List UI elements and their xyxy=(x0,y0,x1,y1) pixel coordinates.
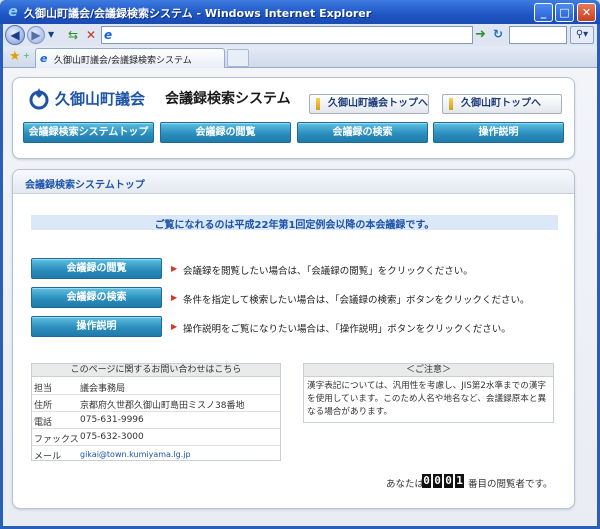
counter-prefix: あなたは xyxy=(386,479,425,490)
nav-browse[interactable]: 会議録の閲覧 xyxy=(160,122,291,143)
visitor-counter: 0 0 0 1 xyxy=(422,474,464,488)
back-button[interactable]: ◀ xyxy=(5,25,25,45)
notice-text: ご覧になれるのは平成22年第1回定例会以降の本会議録です。 xyxy=(154,220,435,231)
compat-view-icon[interactable]: ⇆ xyxy=(65,27,81,43)
address-bar-row: ◀ ▶ ▼ ⇆ ✕ e ▼ ➜ ↻ ⚲▾ xyxy=(3,24,597,46)
window-title: 久御山町議会/会議録検索システム - Windows Internet Expl… xyxy=(24,7,372,20)
notice-banner: ご覧になれるのは平成22年第1回定例会以降の本会議録です。 xyxy=(31,215,558,231)
counter-digit: 0 xyxy=(444,474,453,488)
bar-icon xyxy=(316,98,320,110)
help-button[interactable]: 操作説明 xyxy=(31,316,162,337)
favorites-star-icon[interactable]: ★ xyxy=(9,49,21,64)
history-dropdown-icon[interactable]: ▼ xyxy=(48,30,54,39)
tab-row: ★ + e 久御山町議会/会議録検索システム xyxy=(3,46,597,68)
ie-logo-icon: e xyxy=(8,4,18,20)
address-input[interactable]: e ▼ xyxy=(101,26,571,44)
contact-value: 京都府久世郡久御山町島田ミスノ38番地 xyxy=(80,401,245,411)
contact-key: 担当 xyxy=(34,384,53,394)
nav-system-top[interactable]: 会議録検索システムトップ xyxy=(23,122,154,143)
caution-text: 漢字表記については、汎用性を考慮し、JIS第2水準までの漢字を使用しています。こ… xyxy=(307,381,547,417)
close-button[interactable]: ✕ xyxy=(577,3,596,22)
header-panel: 久御山町議会 会議録検索システム 久御山町議会トップへ 久御山町トップへ 会議録… xyxy=(12,77,575,159)
search-records-button[interactable]: 会議録の検索 xyxy=(31,287,162,308)
tab-page-icon: e xyxy=(40,52,48,65)
forward-button[interactable]: ▶ xyxy=(27,26,45,44)
table-row: 担当 議会事務局 xyxy=(32,378,280,395)
main-heading-bar: 会議録検索システムトップ xyxy=(13,170,574,194)
contact-value: 議会事務局 xyxy=(80,384,126,394)
contact-key: メール xyxy=(34,452,62,462)
new-tab-button[interactable] xyxy=(227,49,249,67)
refresh-icon[interactable]: ↻ xyxy=(493,27,507,43)
bar-icon xyxy=(449,98,453,110)
contact-key: 電話 xyxy=(34,418,53,428)
town-emblem-icon xyxy=(29,88,49,110)
main-panel: 会議録検索システムトップ ご覧になれるのは平成22年第1回定例会以降の本会議録で… xyxy=(12,169,575,509)
stop-icon[interactable]: ✕ xyxy=(83,27,99,43)
table-row: ファックス 075-632-3000 xyxy=(32,429,280,446)
go-icon[interactable]: ➜ xyxy=(475,27,491,43)
maximize-button[interactable]: □ xyxy=(555,3,574,22)
contact-key: 住所 xyxy=(34,401,53,411)
search-description: 条件を指定して検索したい場合は、「会議録の検索」ボタンをクリックください。 xyxy=(183,295,530,306)
table-row: 住所 京都府久世郡久御山町島田ミスノ38番地 xyxy=(32,395,280,412)
browser-window: e 久御山町議会/会議録検索システム - Windows Internet Ex… xyxy=(0,0,600,529)
town-top-label: 久御山町トップへ xyxy=(461,98,541,109)
browse-description: 会議録を閲覧したい場合は、「会議録の閲覧」をクリックください。 xyxy=(183,266,473,277)
counter-suffix: 番目の閲覧者です。 xyxy=(468,479,553,490)
counter-digit: 1 xyxy=(455,474,464,488)
arrow-right-icon: ▶ xyxy=(171,322,178,331)
site-title-system: 会議録検索システム xyxy=(165,91,291,107)
contact-heading: このページに関するお問い合わせはこちら xyxy=(32,364,280,377)
nav-search[interactable]: 会議録の検索 xyxy=(297,122,428,143)
contact-value: 075-632-3000 xyxy=(80,432,144,442)
page-viewport: 久御山町議会 会議録検索システム 久御山町議会トップへ 久御山町トップへ 会議録… xyxy=(3,68,597,526)
contact-email-link[interactable]: gikai@town.kumiyama.lg.jp xyxy=(80,450,191,459)
contact-table: このページに関するお問い合わせはこちら 担当 議会事務局 住所 京都府久世郡久御… xyxy=(31,363,281,463)
browse-button[interactable]: 会議録の閲覧 xyxy=(31,258,162,279)
caution-box: ＜ご注意＞ 漢字表記については、汎用性を考慮し、JIS第2水準までの漢字を使用し… xyxy=(303,363,554,423)
tab-label: 久御山町議会/会議録検索システム xyxy=(54,56,192,66)
site-title-town: 久御山町議会 xyxy=(55,90,146,108)
add-favorite-icon[interactable]: + xyxy=(23,51,33,63)
counter-digit: 0 xyxy=(422,474,431,488)
contact-key: ファックス xyxy=(34,435,79,445)
arrow-right-icon: ▶ xyxy=(171,264,178,273)
search-button[interactable]: ⚲▾ xyxy=(570,26,594,44)
council-top-link[interactable]: 久御山町議会トップへ xyxy=(309,94,429,114)
arrow-right-icon: ▶ xyxy=(171,293,178,302)
nav-help[interactable]: 操作説明 xyxy=(433,122,564,143)
counter-digit: 0 xyxy=(433,474,442,488)
table-row: メール gikai@town.kumiyama.lg.jp xyxy=(32,446,280,463)
search-input[interactable] xyxy=(509,26,567,44)
minimize-button[interactable]: _ xyxy=(534,3,553,22)
town-top-link[interactable]: 久御山町トップへ xyxy=(442,94,562,114)
help-description: 操作説明をご覧になりたい場合は、「操作説明」ボタンをクリックください。 xyxy=(183,324,511,335)
table-row: 電話 075-631-9996 xyxy=(32,412,280,429)
title-bar: e 久御山町議会/会議録検索システム - Windows Internet Ex… xyxy=(0,0,600,24)
page-title: 会議録検索システムトップ xyxy=(25,180,145,191)
caution-heading: ＜ご注意＞ xyxy=(304,364,553,377)
contact-value: 075-631-9996 xyxy=(80,415,144,425)
tab-active[interactable]: e 久御山町議会/会議録検索システム xyxy=(35,48,225,68)
council-top-label: 久御山町議会トップへ xyxy=(328,98,428,109)
page-icon: e xyxy=(104,28,113,42)
